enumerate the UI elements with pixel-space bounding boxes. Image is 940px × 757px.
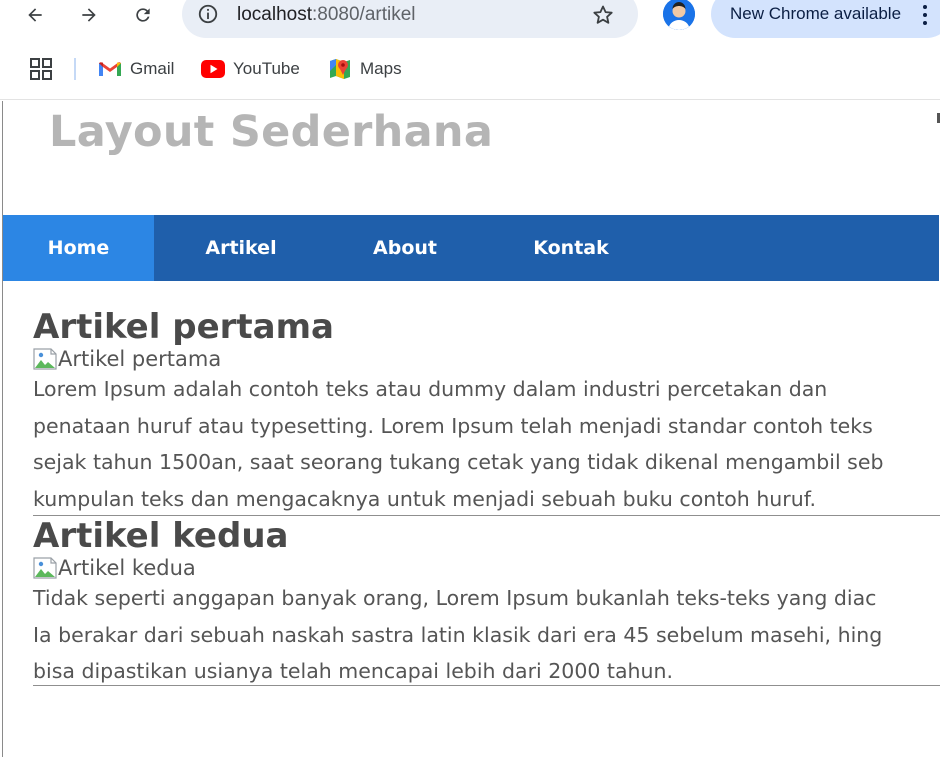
apps-grid-icon[interactable] — [30, 58, 52, 80]
youtube-icon — [201, 60, 225, 78]
article-line: Ia berakar dari sebuah naskah sastra lat… — [33, 622, 883, 647]
bookmark-gmail[interactable]: Gmail — [98, 56, 174, 82]
arrow-right-icon — [82, 8, 96, 22]
broken-image-icon — [33, 348, 57, 370]
article-body: Tidak seperti anggapan banyak orang, Lor… — [33, 580, 940, 690]
nav-about[interactable]: About — [328, 215, 482, 281]
image-alt-text: Artikel kedua — [58, 556, 196, 580]
reload-icon — [136, 8, 150, 22]
site-info-icon[interactable] — [196, 2, 220, 26]
article-image: Artikel pertama — [33, 347, 940, 371]
back-button[interactable] — [18, 0, 52, 30]
nav-kontak[interactable]: Kontak — [482, 215, 660, 281]
profile-avatar[interactable] — [663, 0, 695, 30]
maps-icon — [330, 59, 350, 79]
update-label: New Chrome available — [730, 4, 902, 23]
article-list: Artikel pertama Artikel pertama Lorem Ip… — [33, 307, 940, 686]
address-bar[interactable]: localhost:8080/artikel — [182, 0, 638, 38]
article-line: penataan huruf atau typesetting. Lorem I… — [33, 413, 873, 438]
article-image: Artikel kedua — [33, 556, 940, 580]
bookmark-label: Gmail — [130, 59, 175, 78]
image-alt-text: Artikel pertama — [58, 347, 222, 371]
bookmark-label: YouTube — [233, 59, 300, 78]
site-title: Layout Sederhana — [49, 107, 494, 157]
bookmark-label: Maps — [360, 59, 402, 78]
article-card: Artikel kedua Artikel kedua Tidak sepert… — [33, 516, 940, 686]
bookmarks-bar: Gmail YouTube Maps — [0, 52, 940, 86]
arrow-left-icon — [28, 8, 42, 22]
article-body: Lorem Ipsum adalah contoh teks atau dumm… — [33, 371, 940, 517]
chrome-update-button[interactable]: New Chrome available — [711, 0, 940, 38]
url-host: localhost — [237, 4, 312, 25]
reload-button[interactable] — [126, 0, 160, 30]
bookmark-star-icon[interactable] — [590, 2, 616, 28]
url-text[interactable]: localhost:8080/artikel — [237, 4, 416, 26]
browser-chrome: localhost:8080/artikel New Chrome availa… — [0, 0, 940, 100]
gmail-icon — [99, 62, 121, 76]
bookmarks-divider — [74, 58, 76, 80]
main-nav: Home Artikel About Kontak — [3, 215, 939, 281]
kebab-menu-icon[interactable] — [917, 2, 933, 28]
nav-home[interactable]: Home — [3, 215, 154, 281]
url-path: :8080/artikel — [312, 4, 416, 25]
page-viewport: Layout Sederhana Home Artikel About Kont… — [2, 101, 940, 757]
bookmark-youtube[interactable]: YouTube — [201, 56, 300, 82]
broken-image-icon — [33, 557, 57, 579]
article-line: Tidak seperti anggapan banyak orang, Lor… — [33, 586, 877, 610]
forward-button[interactable] — [72, 0, 106, 30]
bookmark-maps[interactable]: Maps — [328, 56, 402, 82]
nav-artikel[interactable]: Artikel — [154, 215, 328, 281]
article-title[interactable]: Artikel kedua — [33, 516, 940, 556]
article-card: Artikel pertama Artikel pertama Lorem Ip… — [33, 307, 940, 516]
article-line: bisa dipastikan usianya telah mencapai l… — [33, 659, 674, 683]
article-title[interactable]: Artikel pertama — [33, 307, 940, 347]
article-line: sejak tahun 1500an, saat seorang tukang … — [33, 450, 884, 474]
article-line: kumpulan teks dan mengacaknya untuk menj… — [33, 486, 816, 511]
article-line: Lorem Ipsum adalah contoh teks atau dumm… — [33, 377, 828, 401]
